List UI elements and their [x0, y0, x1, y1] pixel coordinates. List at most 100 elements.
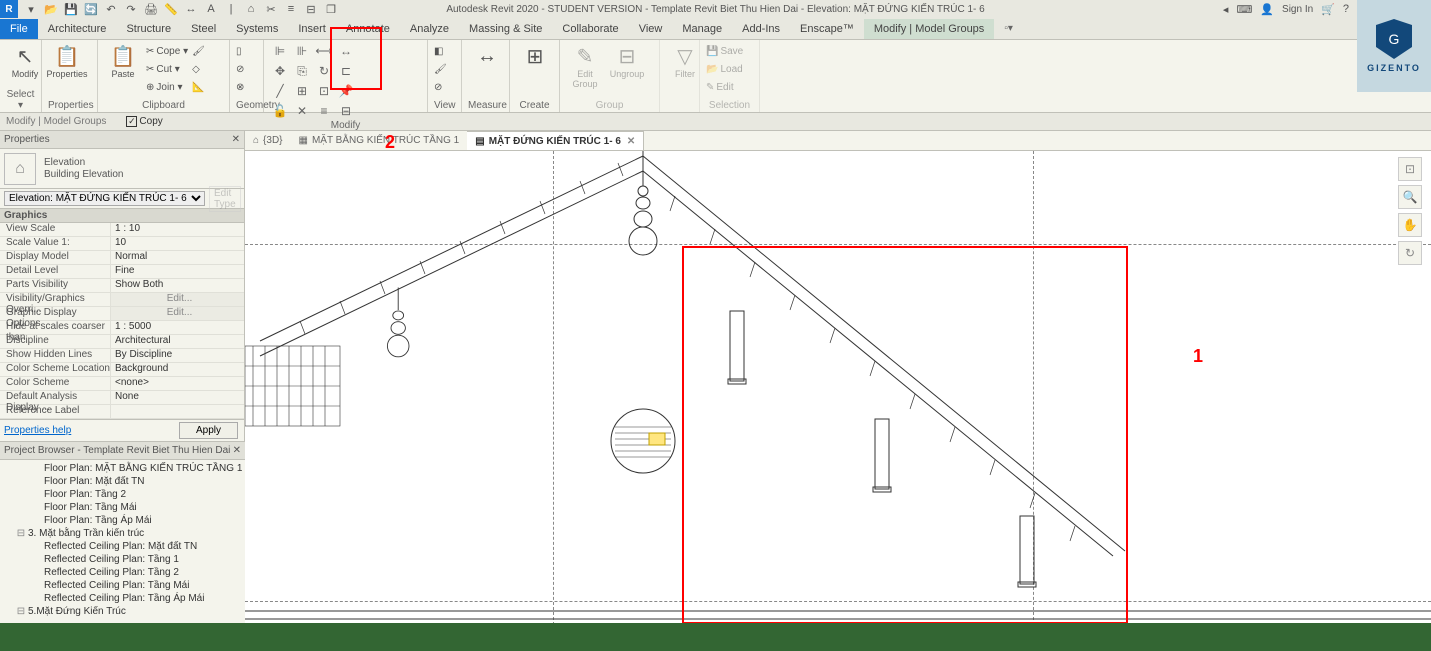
- join-button[interactable]: ⊕Join ▾: [146, 78, 188, 96]
- mirror-axis-button[interactable]: ⟷: [314, 42, 334, 60]
- zoom-button[interactable]: 🔍: [1398, 185, 1422, 209]
- tab-insert[interactable]: Insert: [288, 19, 336, 39]
- category-graphics[interactable]: Graphics: [0, 209, 244, 223]
- property-row[interactable]: Detail LevelFine: [0, 265, 244, 279]
- tab-close-icon[interactable]: ✕: [627, 136, 635, 147]
- tab-massing[interactable]: Massing & Site: [459, 19, 552, 39]
- sel-load-button[interactable]: 📂Load: [706, 60, 753, 78]
- property-row[interactable]: Display ModelNormal: [0, 251, 244, 265]
- sync-icon[interactable]: 🔄: [84, 2, 98, 16]
- property-row[interactable]: Default Analysis Display ...None: [0, 391, 244, 405]
- open-icon[interactable]: 📂: [44, 2, 58, 16]
- tab-view[interactable]: View: [629, 19, 673, 39]
- property-row[interactable]: Color Scheme<none>: [0, 377, 244, 391]
- paste-button[interactable]: 📋 Paste: [104, 42, 142, 80]
- mirror-draw-button[interactable]: ↔: [336, 42, 356, 60]
- property-row[interactable]: Visibility/Graphics Overri...Edit...: [0, 293, 244, 307]
- prop-value[interactable]: Normal: [110, 251, 244, 264]
- align-button[interactable]: ⊫: [270, 42, 290, 60]
- tab-floorplan[interactable]: ▦MẶT BẰNG KIẾN TRÚC TẦNG 1: [291, 131, 468, 150]
- close-hidden-icon[interactable]: ⊟: [304, 2, 318, 16]
- trim-button[interactable]: ⊏: [336, 62, 356, 80]
- prop-value[interactable]: 1 : 10: [110, 223, 244, 236]
- print-icon[interactable]: 🖨: [144, 2, 158, 16]
- apply-button[interactable]: Apply: [179, 422, 238, 439]
- cart-icon[interactable]: 🛒: [1321, 3, 1335, 16]
- tree-item[interactable]: ⊟5.Mặt Đứng Kiến Trúc: [4, 605, 241, 618]
- prop-value[interactable]: Edit...: [110, 307, 244, 320]
- cut-button[interactable]: ✂Cut ▾: [146, 60, 188, 78]
- undo-icon[interactable]: ↶: [104, 2, 118, 16]
- geo2-button[interactable]: ⊘: [236, 60, 257, 78]
- tree-item[interactable]: Floor Plan: Tầng Áp Mái: [4, 514, 241, 527]
- copy-checkbox[interactable]: ✓Copy: [126, 116, 162, 127]
- split-button[interactable]: ╱: [270, 82, 290, 100]
- delete-button[interactable]: ✕: [292, 102, 312, 120]
- prop-value[interactable]: Architectural: [110, 335, 244, 348]
- prop-value[interactable]: Background: [110, 363, 244, 376]
- 3d-icon[interactable]: ⌂: [244, 2, 258, 16]
- keyboard-icon[interactable]: ⌨: [1236, 3, 1252, 16]
- cope-button[interactable]: ✂Cope ▾: [146, 42, 188, 60]
- help-icon[interactable]: ?: [1343, 3, 1349, 15]
- ext2-button[interactable]: ⊟: [336, 102, 356, 120]
- properties-button[interactable]: 📋 Properties: [48, 42, 86, 80]
- property-row[interactable]: Scale Value 1:10: [0, 237, 244, 251]
- panel-overflow-icon[interactable]: ▫▾: [1004, 23, 1013, 34]
- clip3-button[interactable]: 📐: [192, 78, 205, 96]
- switch-win-icon[interactable]: ❐: [324, 2, 338, 16]
- copy-button[interactable]: ⎘: [292, 62, 312, 80]
- save-icon[interactable]: 💾: [64, 2, 78, 16]
- geo1-button[interactable]: ▯: [236, 42, 257, 60]
- prop-value[interactable]: 1 : 5000: [110, 321, 244, 334]
- filter-button[interactable]: ▽Filter: [666, 42, 704, 80]
- tab-architecture[interactable]: Architecture: [38, 19, 117, 39]
- tab-elevation[interactable]: ▤MẶT ĐỨNG KIẾN TRÚC 1- 6✕: [467, 131, 644, 150]
- align-icon[interactable]: ↔: [184, 2, 198, 16]
- view2-button[interactable]: 🖌: [434, 60, 455, 78]
- tree-item[interactable]: ⊟3. Mặt bằng Trần kiến trúc: [4, 527, 241, 540]
- modify-button[interactable]: ↖ Modify: [6, 42, 44, 80]
- prop-value[interactable]: Edit...: [110, 293, 244, 306]
- view3-button[interactable]: ⊘: [434, 78, 455, 96]
- tab-systems[interactable]: Systems: [226, 19, 288, 39]
- drawing-canvas[interactable]: 1 ⊡ 🔍 ✋ ↻: [245, 151, 1431, 630]
- ext1-button[interactable]: ≡: [314, 102, 334, 120]
- tab-analyze[interactable]: Analyze: [400, 19, 459, 39]
- user-icon[interactable]: 👤: [1260, 3, 1274, 16]
- tab-annotate[interactable]: Annotate: [336, 19, 400, 39]
- property-row[interactable]: Hide at scales coarser than1 : 5000: [0, 321, 244, 335]
- tab-enscape[interactable]: Enscape™: [790, 19, 864, 39]
- tab-manage[interactable]: Manage: [672, 19, 732, 39]
- move-button[interactable]: ✥: [270, 62, 290, 80]
- measure-button[interactable]: ↔: [468, 42, 506, 70]
- menu-icon[interactable]: ▾: [24, 2, 38, 16]
- properties-help-link[interactable]: Properties help: [0, 425, 179, 436]
- property-row[interactable]: DisciplineArchitectural: [0, 335, 244, 349]
- tree-item[interactable]: Floor Plan: Tầng 2: [4, 488, 241, 501]
- geo3-button[interactable]: ⊗: [236, 78, 257, 96]
- tab-modify[interactable]: Modify | Model Groups: [864, 19, 994, 39]
- property-row[interactable]: Parts VisibilityShow Both: [0, 279, 244, 293]
- prop-value[interactable]: By Discipline: [110, 349, 244, 362]
- expand-icon[interactable]: ⊟: [16, 605, 26, 618]
- tree-item[interactable]: Floor Plan: MẶT BẰNG KIẾN TRÚC TẦNG 1: [4, 462, 241, 475]
- prop-value[interactable]: <none>: [110, 377, 244, 390]
- tree-item[interactable]: Reflected Ceiling Plan: Tầng 2: [4, 566, 241, 579]
- sel-save-button[interactable]: 💾Save: [706, 42, 753, 60]
- match-button[interactable]: 🖌: [192, 42, 205, 60]
- instance-select[interactable]: Elevation: MẶT ĐỨNG KIẾN TRÚC 1- 6: [4, 191, 205, 206]
- prop-value[interactable]: Fine: [110, 265, 244, 278]
- text-icon[interactable]: A: [204, 2, 218, 16]
- property-row[interactable]: Reference Label: [0, 405, 244, 419]
- unpin-button[interactable]: 🔓: [270, 102, 290, 120]
- pin-button[interactable]: 📌: [336, 82, 356, 100]
- tree-item[interactable]: Reflected Ceiling Plan: Mặt đất TN: [4, 540, 241, 553]
- rotate-button[interactable]: ↻: [314, 62, 334, 80]
- palette-close-icon[interactable]: ✕: [232, 134, 240, 145]
- tab-steel[interactable]: Steel: [181, 19, 226, 39]
- search-icon[interactable]: ◂: [1223, 3, 1229, 16]
- tab-collaborate[interactable]: Collaborate: [552, 19, 628, 39]
- file-tab[interactable]: File: [0, 19, 38, 39]
- property-row[interactable]: Show Hidden LinesBy Discipline: [0, 349, 244, 363]
